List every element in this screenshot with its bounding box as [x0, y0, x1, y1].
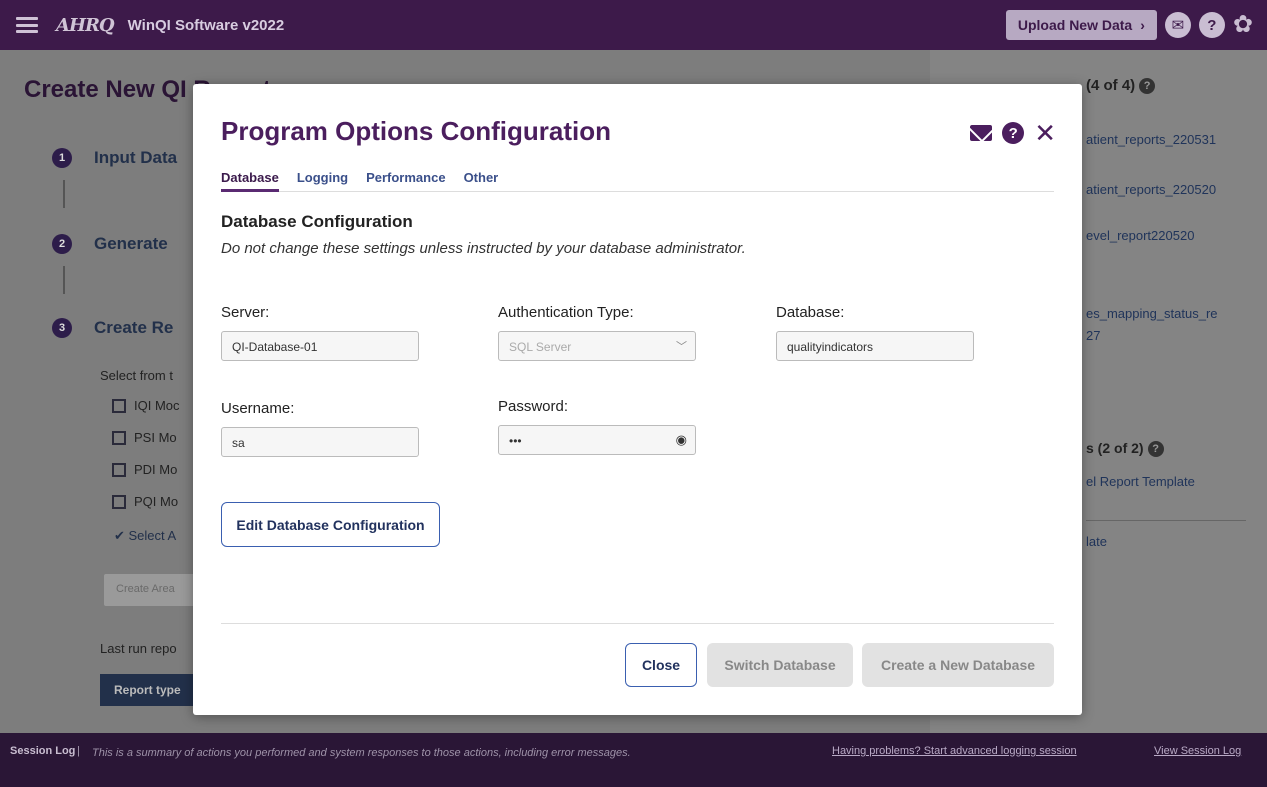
upload-new-data-button[interactable]: Upload New Data ›: [1005, 10, 1157, 40]
last-run-text: Last run repo: [100, 641, 177, 656]
server-label: Server:: [221, 304, 270, 321]
report-type-header: Report type: [100, 674, 200, 706]
module-checkbox-pqi[interactable]: PQI Mo: [112, 494, 178, 509]
edit-database-configuration-button[interactable]: Edit Database Configuration: [221, 502, 440, 547]
section-title: Database Configuration: [221, 212, 413, 231]
session-log-title: Session Log: [10, 745, 76, 757]
export-link[interactable]: atient_reports_220520: [1086, 182, 1216, 197]
module-label: PDI Mo: [134, 462, 178, 477]
chevron-right-icon: ›: [1140, 17, 1145, 33]
step-create-report[interactable]: 3 Create Re: [52, 318, 173, 338]
step-number: 1: [52, 148, 72, 168]
mail-icon[interactable]: ✉: [1164, 12, 1191, 38]
templates-heading: s (2 of 2)?: [1086, 440, 1164, 458]
step-number: 3: [52, 318, 72, 338]
upload-new-data-label: Upload New Data: [1017, 17, 1133, 33]
server-value: QI-Database-01: [232, 340, 318, 354]
step-label: Input Data: [94, 148, 178, 167]
authentication-type-select[interactable]: SQL Server ﹀: [498, 331, 696, 361]
gear-icon[interactable]: ✿: [1233, 13, 1253, 37]
step-connector: [63, 266, 65, 294]
switch-database-button[interactable]: Switch Database: [707, 643, 853, 687]
select-instructions: Select from t: [100, 368, 173, 383]
divider: [1086, 520, 1246, 521]
checkbox[interactable]: [112, 430, 126, 445]
hamburger-menu-icon[interactable]: [16, 17, 38, 33]
export-link[interactable]: atient_reports_220531: [1086, 132, 1216, 147]
tab-database[interactable]: Database: [221, 168, 279, 192]
app-title: WinQI Software v2022: [127, 16, 285, 34]
database-label: Database:: [776, 304, 845, 321]
password-label: Password:: [498, 398, 569, 415]
step-connector: [63, 180, 65, 208]
username-label: Username:: [221, 400, 295, 417]
export-link-continued[interactable]: 27: [1086, 328, 1100, 343]
module-checkbox-pdi[interactable]: PDI Mo: [112, 462, 177, 477]
server-field[interactable]: QI-Database-01: [221, 331, 419, 361]
section-note: Do not change these settings unless inst…: [221, 240, 746, 257]
top-bar: AHRQ WinQI Software v2022 Upload New Dat…: [0, 0, 1267, 50]
close-button[interactable]: Close: [625, 643, 697, 687]
select-all-link[interactable]: ✔ Select A: [114, 528, 176, 544]
my-exports-heading: (4 of 4)?: [1086, 77, 1156, 95]
tab-performance[interactable]: Performance: [366, 168, 445, 192]
tab-other[interactable]: Other: [464, 168, 499, 192]
module-label: PQI Mo: [134, 494, 179, 509]
help-icon[interactable]: ?: [1198, 12, 1225, 38]
view-session-log-link[interactable]: View Session Log: [1154, 745, 1241, 757]
export-link[interactable]: evel_report220520: [1086, 228, 1194, 243]
module-checkbox-iqi[interactable]: IQI Moc: [112, 398, 180, 413]
close-icon[interactable]: ✕: [1034, 120, 1056, 146]
database-field[interactable]: qualityindicators: [776, 331, 974, 361]
help-icon[interactable]: ?: [1139, 78, 1156, 95]
database-value: qualityindicators: [787, 340, 874, 354]
help-icon[interactable]: ?: [1147, 441, 1164, 458]
module-checkbox-psi[interactable]: PSI Mo: [112, 430, 177, 445]
template-link[interactable]: late: [1086, 534, 1107, 549]
modal-tabs: Database Logging Performance Other: [221, 168, 1054, 192]
authentication-type-label: Authentication Type:: [498, 304, 634, 321]
step-number: 2: [52, 234, 72, 254]
ahrq-logo: AHRQ: [56, 14, 115, 36]
help-icon[interactable]: ?: [1002, 122, 1025, 144]
step-label: Generate: [94, 234, 168, 253]
program-options-modal: Program Options Configuration ? ✕ Databa…: [193, 84, 1082, 715]
module-label: IQI Moc: [134, 398, 180, 413]
mail-icon[interactable]: [970, 125, 993, 141]
divider: [221, 623, 1054, 624]
module-label: PSI Mo: [134, 430, 177, 445]
step-generate[interactable]: 2 Generate: [52, 234, 168, 254]
top-right-actions: Upload New Data › ✉ ? ✿: [1005, 10, 1253, 40]
session-log-description: This is a summary of actions you perform…: [92, 747, 631, 759]
checkbox[interactable]: [112, 398, 126, 413]
username-field[interactable]: sa: [221, 427, 419, 457]
authentication-type-value: SQL Server: [509, 340, 572, 354]
export-link[interactable]: es_mapping_status_re: [1086, 306, 1218, 321]
my-exports-count: (4 of 4): [1086, 77, 1136, 94]
modal-title: Program Options Configuration: [221, 116, 611, 146]
eye-icon[interactable]: ◉: [676, 432, 687, 448]
chevron-down-icon: ﹀: [676, 341, 687, 353]
modal-header-actions: ? ✕: [970, 120, 1056, 146]
create-area-button[interactable]: Create Area: [104, 574, 204, 606]
template-link[interactable]: el Report Template: [1086, 474, 1195, 489]
checkbox[interactable]: [112, 494, 126, 509]
advanced-logging-link[interactable]: Having problems? Start advanced logging …: [832, 745, 1077, 757]
session-log-footer: Session Log | This is a summary of actio…: [0, 733, 1267, 787]
checkbox[interactable]: [112, 462, 126, 477]
create-new-database-button[interactable]: Create a New Database: [862, 643, 1054, 687]
footer-separator: |: [77, 745, 80, 757]
password-field[interactable]: ••• ◉: [498, 425, 696, 455]
templates-count: s (2 of 2): [1086, 440, 1144, 456]
step-input-data[interactable]: 1 Input Data: [52, 148, 177, 168]
tab-logging[interactable]: Logging: [297, 168, 348, 192]
password-value: •••: [509, 434, 522, 448]
username-value: sa: [232, 436, 245, 450]
step-label: Create Re: [94, 318, 174, 337]
